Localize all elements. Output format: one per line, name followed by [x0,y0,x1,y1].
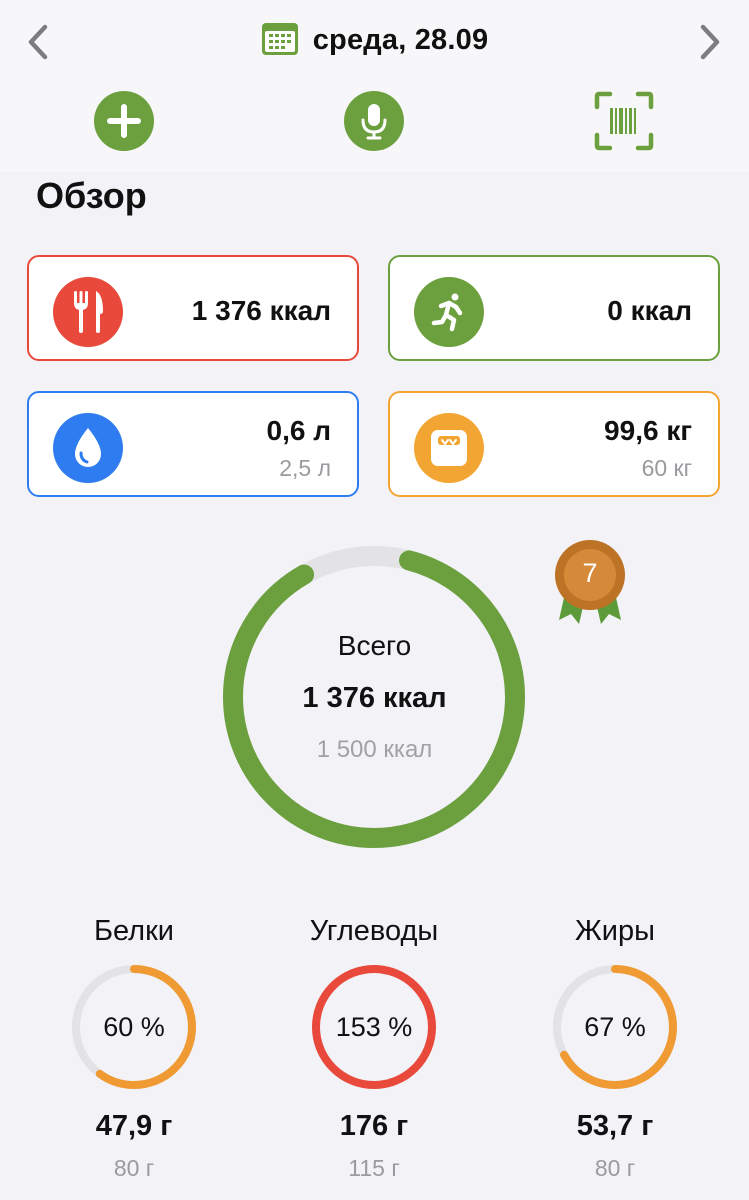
weight-card[interactable]: 99,6 кг 60 кг [388,391,720,497]
macro-goal: 80 г [594,1155,636,1181]
streak-badge[interactable]: 7 [553,538,627,630]
macro-value: 47,9 г [95,1110,173,1142]
water-card[interactable]: 0,6 л 2,5 л [27,391,359,497]
voice-input-button[interactable] [344,91,404,151]
macro-ring: 153 % [309,962,439,1092]
water-drop-icon [53,413,123,483]
food-calories-value: 1 376 ккал [191,295,331,326]
calendar-icon [261,20,299,61]
chevron-right-icon[interactable] [690,22,730,62]
overview-title: Обзор [36,175,147,216]
macro-name: Жиры [575,915,655,947]
fork-knife-icon [53,277,123,347]
macro-percent: 67 % [584,1011,646,1042]
total-label: Всего [337,630,412,661]
scale-icon [414,413,484,483]
running-icon [414,277,484,347]
badge-count: 7 [582,558,598,588]
activity-calories-card[interactable]: 0 ккал [388,255,720,361]
macro-ring: 60 % [69,962,199,1092]
food-calories-card[interactable]: 1 376 ккал [27,255,359,361]
macro-value: 53,7 г [576,1110,654,1142]
macro-goal: 115 г [348,1155,400,1181]
top-bar: среда, 28.09 [0,0,749,172]
current-date[interactable]: среда, 28.09 [313,24,489,57]
macro-name: Углеводы [309,915,439,947]
macro-carbs[interactable]: Углеводы 153 % 176 г 115 г [254,915,494,1182]
date-selector[interactable]: среда, 28.09 [0,18,749,62]
activity-calories-value: 0 ккал [607,295,692,326]
macro-ring: 67 % [550,962,680,1092]
weight-goal: 60 кг [641,455,692,481]
water-value: 0,6 л [266,415,332,446]
total-value: 1 376 ккал [302,682,447,714]
microphone-icon [344,91,404,151]
macro-fats[interactable]: Жиры 67 % 53,7 г 80 г [495,915,735,1182]
macro-percent: 153 % [335,1011,413,1042]
weight-value: 99,6 кг [604,415,692,446]
macro-value: 176 г [339,1110,409,1142]
add-button[interactable] [94,91,154,151]
macro-percent: 60 % [103,1011,165,1042]
water-goal: 2,5 л [279,455,331,481]
total-goal: 1 500 ккал [316,736,433,763]
barcode-scan-button[interactable] [594,91,654,151]
plus-icon [94,91,154,151]
barcode-scan-icon [594,91,654,151]
macro-goal: 80 г [113,1155,155,1181]
macro-name: Белки [93,915,174,947]
macro-protein[interactable]: Белки 60 % 47,9 г 80 г [14,915,254,1182]
